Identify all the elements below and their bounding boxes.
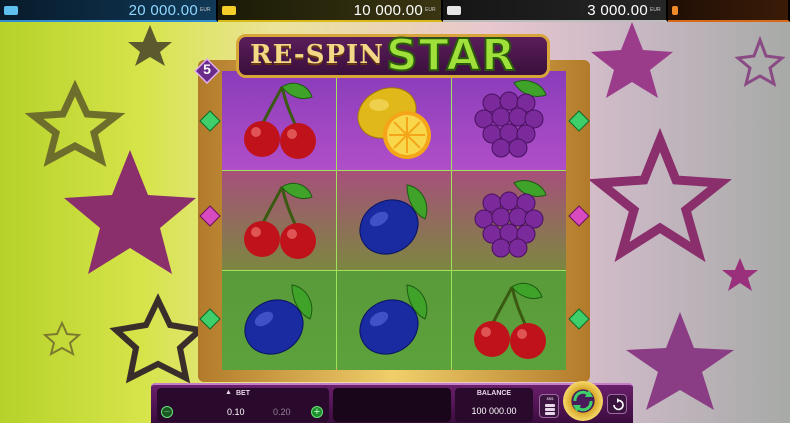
lines-badge: 5 xyxy=(193,57,221,85)
spin-arrows-icon xyxy=(573,390,593,412)
control-bar: ▲ BET − 0.10 0.20 + BALANCE 100 000.00 $… xyxy=(151,381,633,423)
spin-button[interactable] xyxy=(563,381,603,421)
bet-next-value[interactable]: 0.20 xyxy=(273,407,291,417)
jackpot-tier-1: 20 000.00 EUR xyxy=(0,0,218,22)
bg-star xyxy=(591,22,673,98)
autoplay-button[interactable] xyxy=(607,394,627,414)
jackpot-tier-2-icon xyxy=(222,6,236,15)
bet-increase-button[interactable]: + xyxy=(311,406,323,418)
plum-symbol-icon xyxy=(359,184,428,255)
jackpot-tier-3-value: 3 000.00 xyxy=(587,1,648,19)
right-gem-icon xyxy=(568,205,590,227)
cherry-symbol-icon xyxy=(244,82,316,159)
left-gem-icon xyxy=(199,205,221,227)
bg-star xyxy=(722,258,758,291)
jackpot-bar: 20 000.00 EUR 10 000.00 EUR 3 000.00 EUR xyxy=(0,0,790,22)
game-scene: 20 000.00 EUR 10 000.00 EUR 3 000.00 EUR xyxy=(0,0,790,423)
balance-value: 100 000.00 xyxy=(471,406,517,416)
win-display xyxy=(333,388,451,422)
stake-label: $$$ xyxy=(546,396,554,401)
jackpot-tier-3-currency: EUR xyxy=(650,6,661,13)
jackpot-tier-2-value: 10 000.00 xyxy=(353,1,423,19)
bg-star xyxy=(42,320,82,357)
logo-text-respin: RE-SPIN xyxy=(250,40,384,70)
bg-star xyxy=(109,293,207,384)
right-gem-icon xyxy=(568,308,590,330)
bet-decrease-button[interactable]: − xyxy=(161,406,173,418)
jackpot-tier-1-icon xyxy=(4,6,18,15)
bet-label: BET xyxy=(236,390,250,397)
lines-badge-value: 5 xyxy=(203,61,211,77)
cherry-symbol-icon xyxy=(474,282,546,359)
right-gem-icon xyxy=(568,110,590,132)
left-gem-icon xyxy=(199,308,221,330)
reels-grid xyxy=(222,71,566,370)
game-logo: RE-SPIN STAR xyxy=(236,29,550,82)
plum-symbol-icon xyxy=(359,284,428,355)
grapes-symbol-icon xyxy=(474,180,547,258)
reel-cell xyxy=(337,171,451,270)
balance-panel: BALANCE 100 000.00 xyxy=(455,388,533,422)
reel-cell xyxy=(452,171,566,270)
bet-value[interactable]: 0.10 xyxy=(227,407,245,417)
bg-star xyxy=(626,312,734,410)
left-gem-icon xyxy=(199,110,221,132)
plum-symbol-icon xyxy=(244,284,313,355)
balance-label: BALANCE xyxy=(476,390,512,397)
lemon-symbol-icon xyxy=(357,87,431,159)
jackpot-tier-3: 3 000.00 EUR xyxy=(443,0,668,22)
reel-cell xyxy=(337,71,451,170)
cherry-symbol-icon xyxy=(244,182,316,259)
reel-cell xyxy=(222,271,336,370)
jackpot-tier-2: 10 000.00 EUR xyxy=(218,0,443,22)
jackpot-tier-1-currency: EUR xyxy=(200,6,211,13)
reel-cell xyxy=(337,271,451,370)
bg-star xyxy=(588,127,732,263)
jackpot-tier-2-currency: EUR xyxy=(425,6,436,13)
logo-text-star: STAR xyxy=(385,29,517,82)
reel-cell xyxy=(222,171,336,270)
jackpot-tier-4 xyxy=(668,0,790,22)
jackpot-tier-4-icon xyxy=(672,6,678,15)
bg-star xyxy=(64,150,196,274)
reel-cell xyxy=(222,71,336,170)
bet-panel: ▲ BET − 0.10 0.20 + xyxy=(157,388,329,422)
jackpot-tier-1-value: 20 000.00 xyxy=(128,1,198,19)
reel-cell xyxy=(452,71,566,170)
bg-star xyxy=(734,35,786,88)
grapes-symbol-icon xyxy=(474,80,547,158)
autoplay-icon xyxy=(613,398,624,411)
bg-star xyxy=(24,79,126,167)
jackpot-tier-3-icon xyxy=(447,6,461,15)
bg-star xyxy=(128,25,172,66)
reel-cell xyxy=(452,271,566,370)
stake-button[interactable]: $$$ xyxy=(539,394,559,418)
